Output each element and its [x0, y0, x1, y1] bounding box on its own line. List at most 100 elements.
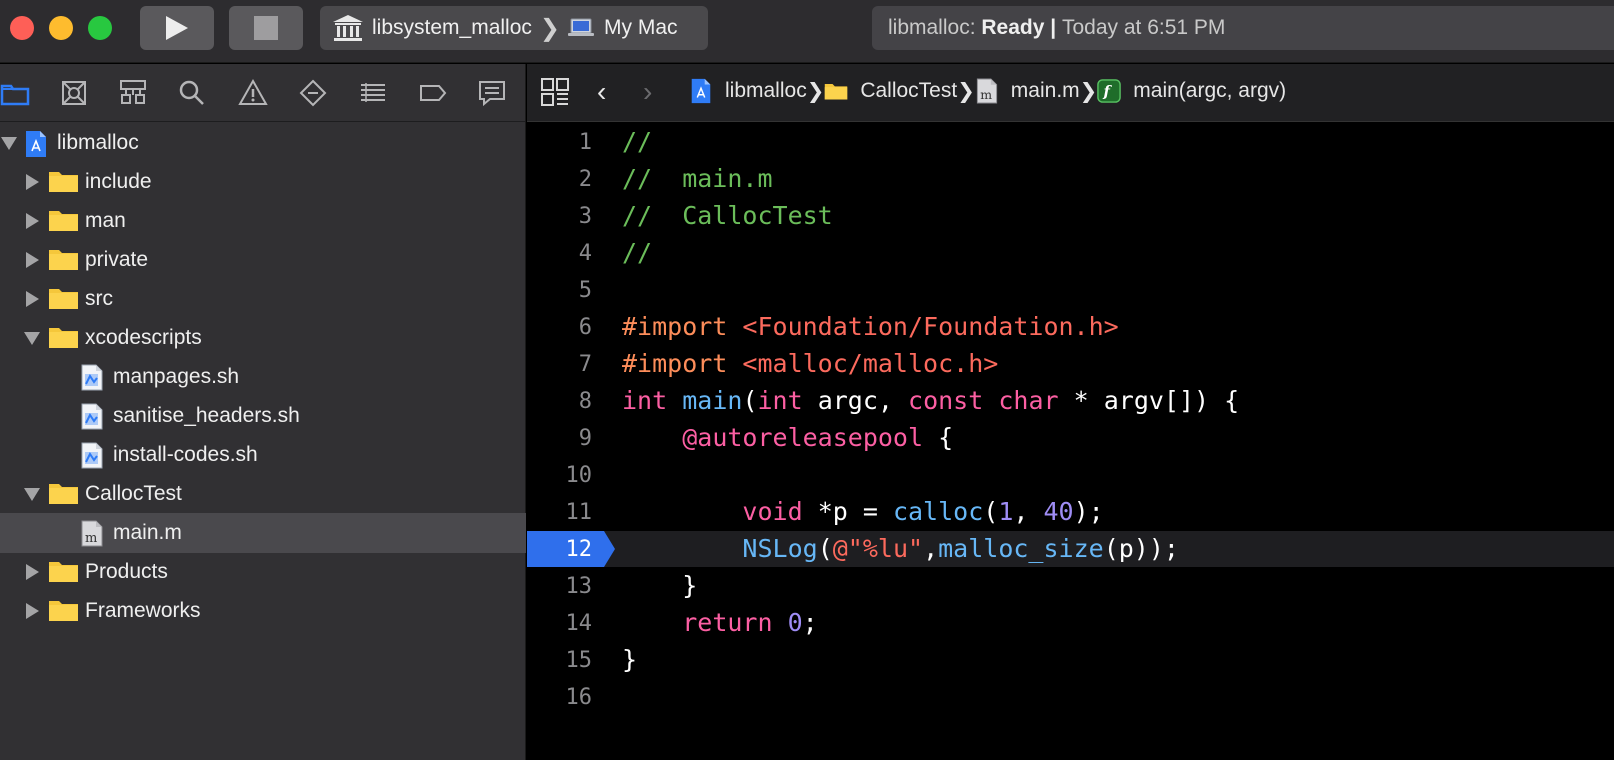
line-number[interactable]: 7 — [527, 352, 592, 377]
line-number[interactable]: 3 — [527, 204, 592, 229]
breadcrumb-label: libmalloc — [725, 79, 807, 102]
laptop-icon — [568, 18, 594, 36]
tree-item-label: man — [85, 209, 126, 232]
chevron-right-icon: ❯ — [806, 79, 825, 103]
disclosure-closed-icon[interactable] — [26, 291, 39, 307]
code-line[interactable]: 12 NSLog(@"%lu",malloc_size(p)); — [527, 531, 1614, 567]
disclosure-closed-icon[interactable] — [26, 564, 39, 580]
source-editor: ‹ › libmalloc ❯ CallocTest ❯ m main.m ❯ f main(a… — [527, 64, 1614, 760]
code-line[interactable]: 15} — [527, 642, 1614, 678]
issue-navigator-tab[interactable] — [238, 78, 268, 108]
close-window-button[interactable] — [10, 16, 34, 40]
line-number[interactable]: 1 — [527, 130, 592, 155]
code-line[interactable]: 14 return 0; — [527, 605, 1614, 641]
disclosure-open-icon[interactable] — [24, 488, 40, 501]
breadcrumb-item[interactable]: CallocTest — [824, 78, 957, 104]
tree-item-products[interactable]: Products — [0, 552, 526, 592]
code-line[interactable]: 13 } — [527, 568, 1614, 604]
run-button[interactable] — [140, 6, 214, 50]
breadcrumb-item[interactable]: f main(argc, argv) — [1097, 78, 1286, 104]
code-token: // — [622, 127, 653, 156]
code-line[interactable]: 2 // main.m — [527, 161, 1614, 197]
tree-item-icon-wrap — [24, 130, 48, 164]
line-number[interactable]: 15 — [527, 648, 593, 673]
back-arrow-icon[interactable]: ‹ — [597, 76, 606, 108]
tree-item-libmalloc[interactable]: libmalloc — [0, 123, 526, 163]
code-line[interactable]: 10 — [527, 457, 1614, 493]
related-items-icon[interactable] — [541, 78, 569, 106]
find-navigator-tab[interactable] — [177, 78, 207, 108]
line-number[interactable]: 8 — [527, 389, 592, 414]
line-number[interactable]: 12 — [527, 537, 593, 562]
code-line[interactable]: 4 // — [527, 235, 1614, 271]
jump-bar: ‹ › libmalloc ❯ CallocTest ❯ m main.m ❯ f main(a… — [527, 64, 1614, 122]
code-token: 0 — [787, 608, 803, 637]
status-separator: | — [1050, 16, 1057, 39]
source-control-tab[interactable] — [59, 78, 89, 108]
tree-item-xcodescripts[interactable]: xcodescripts — [0, 318, 526, 358]
tree-item-label: main.m — [113, 521, 182, 544]
line-number[interactable]: 11 — [527, 500, 593, 525]
disclosure-closed-icon[interactable] — [26, 603, 39, 619]
tree-item-install-codes-sh[interactable]: install-codes.sh — [0, 435, 526, 475]
tree-item-src[interactable]: src — [0, 279, 526, 319]
tree-item-icon-wrap — [48, 598, 79, 628]
minimize-window-button[interactable] — [49, 16, 73, 40]
disclosure-closed-icon[interactable] — [26, 252, 39, 268]
line-number[interactable]: 5 — [527, 278, 592, 303]
line-number[interactable]: 10 — [527, 463, 593, 488]
code-line[interactable]: 7 #import <malloc/malloc.h> — [527, 346, 1614, 382]
line-number[interactable]: 4 — [527, 241, 592, 266]
report-navigator-tab[interactable] — [477, 78, 507, 108]
code-area[interactable]: 1 // 2 // main.m 3 // CallocTest 4 // 5 6 #import … — [527, 124, 1614, 760]
code-line[interactable]: 3 // CallocTest — [527, 198, 1614, 234]
code-line[interactable]: 6 #import <Foundation/Foundation.h> — [527, 309, 1614, 345]
breadcrumb-label: main.m — [1010, 79, 1080, 102]
breadcrumb-item[interactable]: libmalloc — [689, 78, 807, 104]
tree-item-calloctest[interactable]: CallocTest — [0, 474, 526, 514]
stop-button[interactable] — [229, 6, 303, 50]
disclosure-closed-icon[interactable] — [26, 174, 39, 190]
tree-item-sanitise-headers-sh[interactable]: sanitise_headers.sh — [0, 396, 526, 436]
disclosure-open-icon[interactable] — [24, 332, 40, 345]
disclosure-closed-icon[interactable] — [26, 213, 39, 229]
tree-item-manpages-sh[interactable]: manpages.sh — [0, 357, 526, 397]
symbol-navigator-tab[interactable] — [118, 78, 148, 108]
code-line[interactable]: 1 // — [527, 124, 1614, 160]
disclosure-open-icon[interactable] — [1, 137, 17, 150]
code-line[interactable]: 5 — [527, 272, 1614, 308]
svg-text:m: m — [85, 531, 97, 546]
code-line[interactable]: 8 int main(int argc, const char * argv[])… — [527, 383, 1614, 419]
code-line[interactable]: 16 — [527, 679, 1614, 715]
breakpoint-navigator-tab[interactable] — [418, 78, 448, 108]
chevron-right-icon: ❯ — [539, 14, 560, 42]
forward-arrow-icon[interactable]: › — [643, 76, 652, 108]
project-navigator: libmalloc include man private src xcodescript… — [0, 64, 526, 760]
scheme-selector[interactable]: libsystem_malloc ❯ My Mac — [320, 6, 708, 50]
code-line[interactable]: 9 @autoreleasepool { — [527, 420, 1614, 456]
tree-item-icon-wrap — [48, 481, 79, 511]
tree-item-include[interactable]: include — [0, 162, 526, 202]
line-number[interactable]: 6 — [527, 315, 592, 340]
debug-navigator-tab[interactable] — [358, 78, 388, 108]
diamond-icon — [299, 79, 327, 107]
zoom-window-button[interactable] — [88, 16, 112, 40]
tree-item-main-m[interactable]: m main.m — [0, 513, 526, 553]
code-token: int — [622, 386, 668, 415]
test-navigator-tab[interactable] — [298, 78, 328, 108]
breadcrumb-item[interactable]: m main.m — [975, 78, 1080, 104]
line-number[interactable]: 16 — [527, 685, 593, 710]
function-icon: f — [1097, 79, 1122, 103]
line-number[interactable]: 14 — [527, 611, 593, 636]
line-number[interactable]: 2 — [527, 167, 592, 192]
line-number[interactable]: 13 — [527, 574, 593, 599]
project-navigator-tab[interactable] — [0, 78, 30, 108]
tree-item-private[interactable]: private — [0, 240, 526, 280]
code-token: malloc_size — [938, 534, 1104, 563]
tree-item-frameworks[interactable]: Frameworks — [0, 591, 526, 631]
line-number[interactable]: 9 — [527, 426, 592, 451]
code-token: (p)); — [1103, 534, 1179, 563]
code-line[interactable]: 11 void *p = calloc(1, 40); — [527, 494, 1614, 530]
code-token: main — [682, 386, 743, 415]
tree-item-man[interactable]: man — [0, 201, 526, 241]
